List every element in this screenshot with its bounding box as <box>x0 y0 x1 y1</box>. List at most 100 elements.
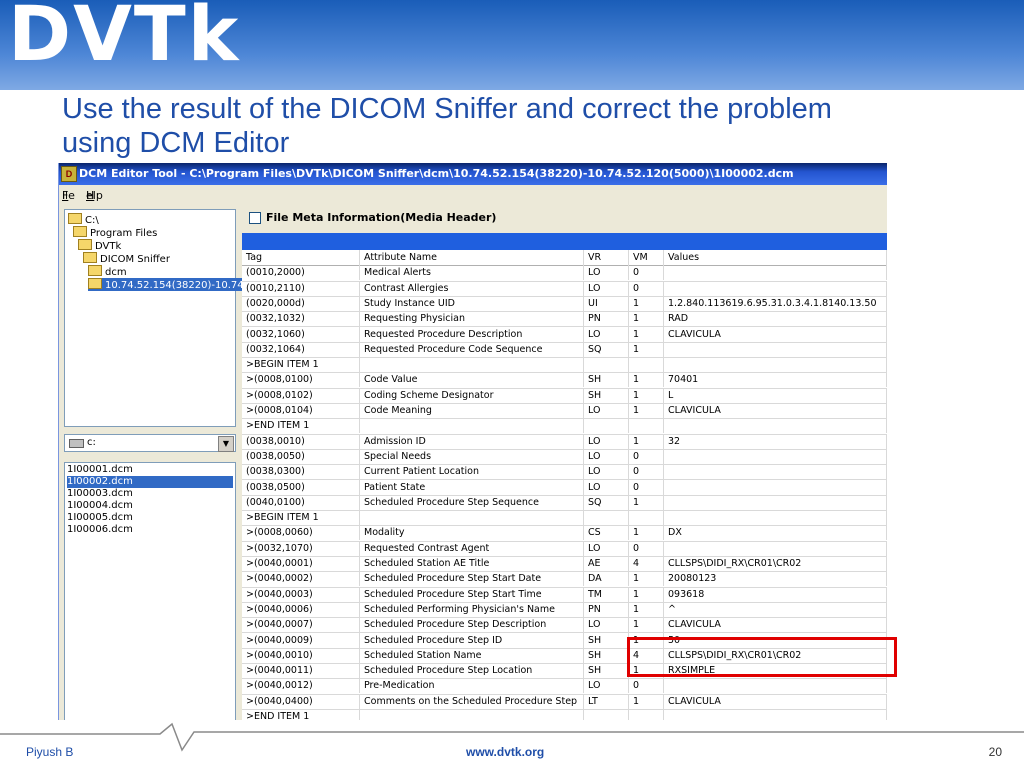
cell-attribute-name[interactable]: Current Patient Location <box>360 464 584 480</box>
cell-vm[interactable]: 4 <box>629 556 664 571</box>
tree-node-program-files[interactable]: Program Files <box>73 226 157 239</box>
table-row[interactable]: >(0008,0102) Coding Scheme Designator SH 1 L <box>242 387 887 404</box>
table-row[interactable]: (0038,0010) Admission ID LO 1 32 <box>242 433 887 450</box>
cell-value[interactable]: CLAVICULA <box>664 326 887 342</box>
cell-tag[interactable]: >(0040,0010) <box>242 647 360 663</box>
cell-vr[interactable]: LO <box>584 433 629 449</box>
cell-vm[interactable]: 1 <box>629 693 664 709</box>
cell-vr[interactable]: SH <box>584 663 629 679</box>
tree-node-dcm[interactable]: dcm <box>88 265 127 278</box>
cell-vr[interactable]: LO <box>584 403 629 418</box>
column-header-tag[interactable]: Tag <box>242 250 360 265</box>
cell-vr[interactable]: LO <box>584 617 629 633</box>
cell-tag[interactable]: >(0040,0011) <box>242 663 360 679</box>
cell-tag[interactable]: >END ITEM 1 <box>242 418 360 434</box>
list-item[interactable]: 1I00005.dcm <box>67 512 233 524</box>
cell-attribute-name[interactable] <box>360 510 584 526</box>
cell-attribute-name[interactable]: Pre-Medication <box>360 678 584 694</box>
cell-attribute-name[interactable]: Coding Scheme Designator <box>360 387 584 403</box>
table-row[interactable]: >END ITEM 1 <box>242 709 887 720</box>
table-row[interactable]: (0010,2110) Contrast Allergies LO 0 <box>242 280 887 297</box>
cell-vm[interactable]: 0 <box>629 540 664 556</box>
file-meta-checkbox[interactable] <box>249 212 261 224</box>
tree-node-dvtk[interactable]: DVTk <box>78 239 121 252</box>
cell-value[interactable]: 32 <box>664 433 887 449</box>
cell-vm[interactable]: 0 <box>629 464 664 480</box>
cell-value[interactable] <box>664 448 887 464</box>
cell-vr[interactable]: SH <box>584 632 629 648</box>
cell-vr[interactable]: DA <box>584 571 629 587</box>
cell-vm[interactable]: 0 <box>629 280 664 296</box>
cell-vm[interactable] <box>629 709 664 720</box>
cell-vr[interactable]: SQ <box>584 494 629 510</box>
cell-vr[interactable]: LT <box>584 693 629 709</box>
cell-value[interactable]: 20080123 <box>664 571 887 587</box>
cell-attribute-name[interactable]: Scheduled Procedure Step Sequence <box>360 494 584 510</box>
column-header-attribute-name[interactable]: Attribute Name <box>360 250 584 265</box>
cell-tag[interactable]: (0038,0300) <box>242 464 360 480</box>
cell-attribute-name[interactable]: Scheduled Procedure Step Start Date <box>360 571 584 587</box>
cell-attribute-name[interactable]: Scheduled Performing Physician's Name <box>360 601 584 617</box>
column-header-vr[interactable]: VR <box>584 250 629 265</box>
cell-tag[interactable]: >(0032,1070) <box>242 540 360 556</box>
table-row[interactable]: >(0008,0104) Code Meaning LO 1 CLAVICULA <box>242 403 887 420</box>
table-row[interactable]: (0038,0500) Patient State LO 0 <box>242 479 887 496</box>
cell-vr[interactable]: SQ <box>584 341 629 357</box>
cell-vr[interactable]: PN <box>584 601 629 617</box>
window-titlebar[interactable]: D DCM Editor Tool - C:\Program Files\DVT… <box>59 163 887 185</box>
cell-vr[interactable]: UI <box>584 295 629 311</box>
cell-value[interactable] <box>664 479 887 495</box>
cell-value[interactable] <box>664 709 887 720</box>
table-row[interactable]: >(0040,0400) Comments on the Scheduled Pr… <box>242 693 887 710</box>
cell-vr[interactable]: LO <box>584 265 629 281</box>
tree-node-association[interactable]: 10.74.52.154(38220)-10.74.52 <box>88 278 262 291</box>
cell-tag[interactable]: >END ITEM 1 <box>242 709 360 720</box>
table-row[interactable]: >BEGIN ITEM 1 <box>242 357 887 374</box>
cell-attribute-name[interactable]: Scheduled Procedure Step ID <box>360 632 584 648</box>
cell-vr[interactable] <box>584 709 629 720</box>
table-row[interactable]: >(0040,0001) Scheduled Station AE Title AE… <box>242 556 887 573</box>
cell-vr[interactable]: LO <box>584 326 629 342</box>
cell-vm[interactable] <box>629 357 664 373</box>
cell-attribute-name[interactable]: Contrast Allergies <box>360 280 584 296</box>
list-item[interactable]: 1I00001.dcm <box>67 464 233 476</box>
cell-attribute-name[interactable]: Patient State <box>360 479 584 495</box>
cell-vm[interactable]: 1 <box>629 403 664 418</box>
cell-vm[interactable]: 1 <box>629 372 664 388</box>
cell-vm[interactable]: 1 <box>629 341 664 357</box>
cell-vm[interactable]: 1 <box>629 586 664 602</box>
table-row[interactable]: (0020,000d) Study Instance UID UI 1 1.2.840.… <box>242 295 887 313</box>
cell-attribute-name[interactable]: Scheduled Station Name <box>360 647 584 663</box>
table-row[interactable]: (0032,1064) Requested Procedure Code Sequ… <box>242 341 887 359</box>
table-row[interactable]: (0010,2000) Medical Alerts LO 0 <box>242 265 887 282</box>
cell-tag[interactable]: >(0040,0400) <box>242 693 360 709</box>
cell-vr[interactable]: LO <box>584 540 629 556</box>
cell-value[interactable]: 70401 <box>664 372 887 388</box>
cell-value[interactable]: CLAVICULA <box>664 693 887 709</box>
cell-attribute-name[interactable]: Scheduled Procedure Step Location <box>360 663 584 679</box>
cell-value[interactable]: RAD <box>664 311 887 327</box>
cell-vr[interactable]: LO <box>584 678 629 694</box>
cell-vr[interactable] <box>584 510 629 526</box>
cell-attribute-name[interactable]: Modality <box>360 525 584 541</box>
column-header-values[interactable]: Values <box>664 250 887 265</box>
cell-vm[interactable]: 1 <box>629 387 664 403</box>
table-row[interactable]: >(0040,0006) Scheduled Performing Physici… <box>242 601 887 619</box>
cell-value[interactable] <box>664 540 887 556</box>
cell-attribute-name[interactable]: Scheduled Station AE Title <box>360 556 584 571</box>
list-item[interactable]: 1I00004.dcm <box>67 500 233 512</box>
table-row[interactable]: >(0040,0003) Scheduled Procedure Step Sta… <box>242 586 887 603</box>
cell-value[interactable] <box>664 280 887 296</box>
table-row[interactable]: >(0032,1070) Requested Contrast Agent LO 0 <box>242 540 887 557</box>
cell-value[interactable] <box>664 418 887 434</box>
cell-tag[interactable]: (0020,000d) <box>242 295 360 311</box>
table-row[interactable]: >END ITEM 1 <box>242 418 887 435</box>
cell-tag[interactable]: >(0040,0001) <box>242 556 360 571</box>
cell-vm[interactable]: 1 <box>629 494 664 510</box>
cell-vr[interactable]: LO <box>584 479 629 495</box>
cell-value[interactable] <box>664 265 887 281</box>
cell-vr[interactable]: LO <box>584 448 629 464</box>
cell-attribute-name[interactable]: Requested Procedure Description <box>360 326 584 342</box>
cell-tag[interactable]: (0040,0100) <box>242 494 360 510</box>
cell-vr[interactable]: LO <box>584 464 629 480</box>
